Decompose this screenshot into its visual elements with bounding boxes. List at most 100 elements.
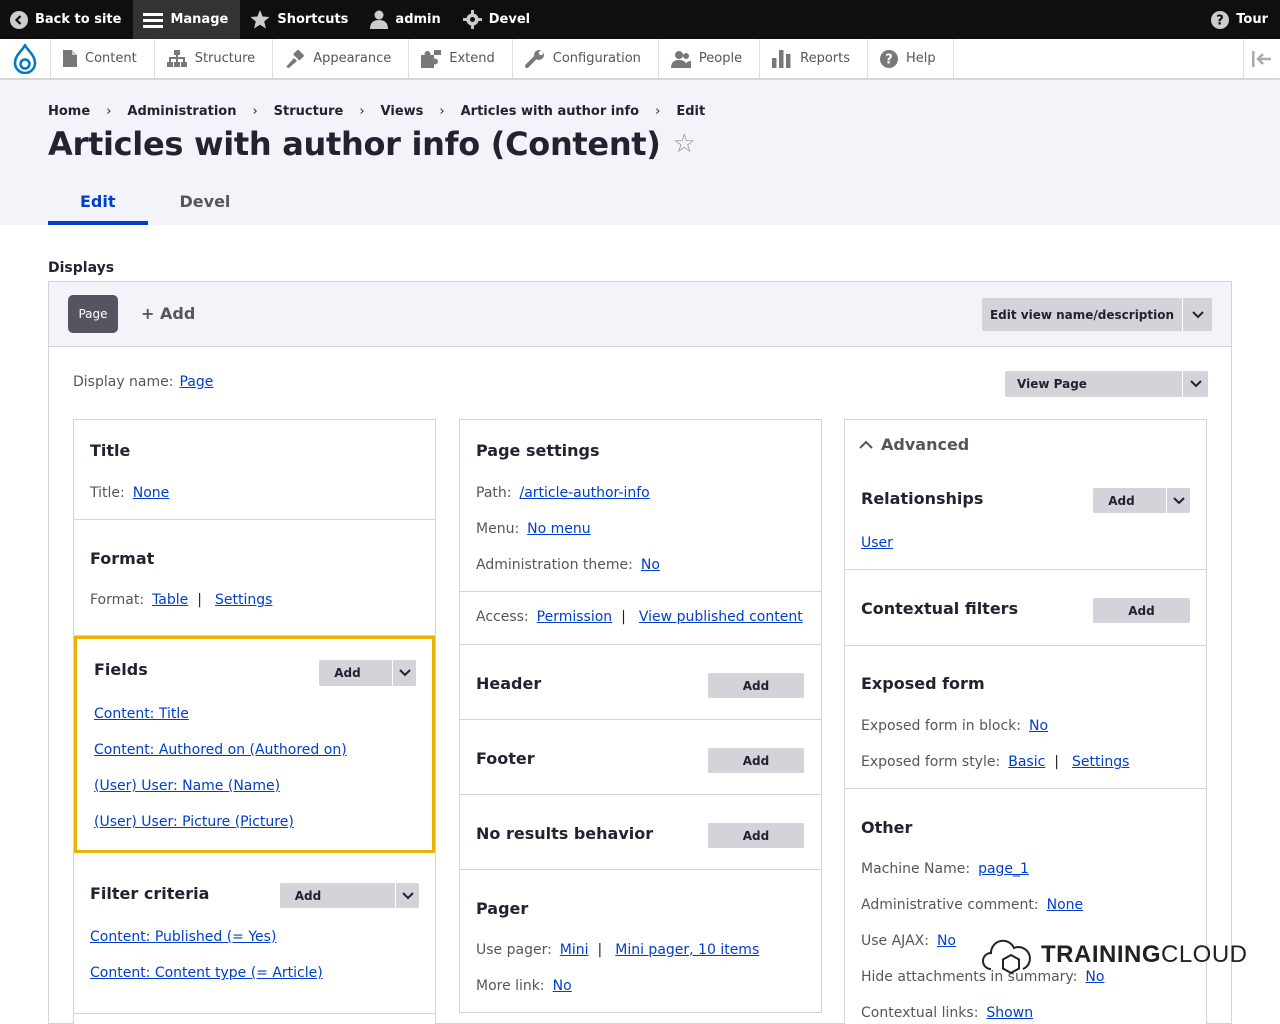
separator: | [197,592,202,608]
display-name-link[interactable]: Page [179,374,213,390]
field-item: (User) User: Picture (Picture) [94,814,294,830]
manage-tab[interactable]: Manage [133,0,241,39]
chevron-down-icon[interactable] [1182,371,1208,397]
tray-item-people[interactable]: People [659,39,761,78]
separator: | [621,609,626,625]
chevron-down-icon[interactable] [395,883,419,908]
filter-add-dropbutton: Add [280,883,419,908]
chevron-down-icon[interactable] [1182,298,1212,331]
chevron-down-icon[interactable] [1166,488,1190,513]
path-link[interactable]: /article-author-info [519,485,649,501]
other-heading: Other [861,818,913,837]
shortcuts-tab[interactable]: Shortcuts [240,0,360,39]
field-title-link[interactable]: Content: Title [94,706,189,722]
field-user-name-link[interactable]: (User) User: Name (Name) [94,778,280,794]
shortcuts-label: Shortcuts [277,12,349,27]
display-tab-page[interactable]: Page [68,295,118,333]
footer-heading: Footer [476,749,535,768]
breadcrumb-separator: › [439,104,445,119]
breadcrumb-view[interactable]: Articles with author info [461,104,640,119]
contextual-filters-add-button[interactable]: Add [1093,598,1190,623]
menu-link[interactable]: No menu [527,521,591,537]
tray-item-reports[interactable]: Reports [760,39,868,78]
tray-item-structure[interactable]: Structure [155,39,274,78]
breadcrumb-structure[interactable]: Structure [274,104,344,119]
access-row: Access: Permission | View published content [476,609,803,625]
drupal-drop-icon [13,43,37,74]
header-add-button[interactable]: Add [708,673,804,698]
add-display-button[interactable]: + Add [141,304,195,323]
filter-content-type-link[interactable]: Content: Content type (= Article) [90,965,323,981]
star-icon [250,10,270,29]
breadcrumb-home[interactable]: Home [48,104,90,119]
access-permission-link[interactable]: Permission [537,609,613,625]
machine-name-link[interactable]: page_1 [978,861,1029,877]
pager-options-link[interactable]: Mini pager, 10 items [615,942,759,958]
use-pager-link[interactable]: Mini [560,942,589,958]
tray-item-help[interactable]: ? Help [868,39,954,78]
breadcrumb-views[interactable]: Views [381,104,424,119]
tray-orientation-toggle[interactable] [1243,39,1280,78]
use-ajax-label: Use AJAX: [861,933,929,949]
fields-add-dropbutton: Add [319,660,416,686]
drupal-logo[interactable] [0,39,51,78]
view-page-button[interactable]: View Page [1005,371,1099,397]
format-label: Format: [90,592,145,608]
edit-view-name-button[interactable]: Edit view name/description [982,298,1182,331]
tray-item-configuration[interactable]: Configuration [513,39,659,78]
advanced-toggle[interactable]: Advanced [859,435,969,454]
relationship-user-link[interactable]: User [861,535,893,551]
tray-item-content[interactable]: Content [51,39,155,78]
path-label: Path: [476,485,512,501]
view-page-dropbutton: View Page [1005,371,1208,397]
admin-toolbar: Back to site Manage Shortcuts admin Deve… [0,0,1280,39]
relationships-add-button[interactable]: Add [1093,488,1150,513]
tab-edit[interactable]: Edit [48,186,148,225]
filter-published-link[interactable]: Content: Published (= Yes) [90,929,276,945]
filter-add-button[interactable]: Add [280,883,336,908]
more-link-value[interactable]: No [553,978,572,994]
access-view-published-link[interactable]: View published content [639,609,803,625]
tour-button[interactable]: ? Tour [1201,0,1280,39]
breadcrumb-administration[interactable]: Administration [127,104,236,119]
title-value-link[interactable]: None [133,485,170,501]
tray-item-appearance[interactable]: Appearance [273,39,410,78]
no-results-add-button[interactable]: Add [708,823,804,848]
exposed-style-settings-link[interactable]: Settings [1072,754,1129,770]
admin-theme-link[interactable]: No [641,557,660,573]
admin-comment-row: Administrative comment: None [861,897,1083,913]
section-footer: Footer Add [460,720,821,795]
tray-item-extend[interactable]: Extend [409,39,513,78]
menu-row: Menu: No menu [476,521,591,537]
use-ajax-link[interactable]: No [937,933,956,949]
devel-tab[interactable]: Devel [453,0,542,39]
field-user-picture-link[interactable]: (User) User: Picture (Picture) [94,814,294,830]
shortcut-star-icon[interactable]: ☆ [673,129,696,159]
use-pager-row: Use pager: Mini | Mini pager, 10 items [476,942,759,958]
tray-label-configuration: Configuration [552,51,641,66]
more-link-label: More link: [476,978,545,994]
tab-devel[interactable]: Devel [148,186,263,225]
footer-add-button[interactable]: Add [708,748,804,773]
exposed-block-link[interactable]: No [1029,718,1048,734]
exposed-style-link[interactable]: Basic [1008,754,1045,770]
chevron-down-icon[interactable] [392,660,416,686]
advanced-heading: Advanced [881,435,970,454]
admin-comment-link[interactable]: None [1047,897,1084,913]
breadcrumb-edit[interactable]: Edit [676,104,705,119]
exposed-block-row: Exposed form in block: No [861,718,1048,734]
contextual-links-link[interactable]: Shown [986,1005,1033,1021]
section-filter-criteria: Filter criteria Add Content: Published (… [74,860,435,1014]
user-tab[interactable]: admin [360,0,452,39]
format-value-link[interactable]: Table [152,592,188,608]
back-to-site-link[interactable]: Back to site [0,0,133,39]
displays-label: Displays [48,260,115,276]
format-settings-link[interactable]: Settings [215,592,272,608]
path-row: Path: /article-author-info [476,485,650,501]
field-authored-on-link[interactable]: Content: Authored on (Authored on) [94,742,347,758]
machine-name-label: Machine Name: [861,861,971,877]
fields-add-button[interactable]: Add [319,660,376,686]
structure-icon [166,50,187,67]
page-title-text: Articles with author info (Content) [48,125,661,163]
tray-label-help: Help [906,51,936,66]
